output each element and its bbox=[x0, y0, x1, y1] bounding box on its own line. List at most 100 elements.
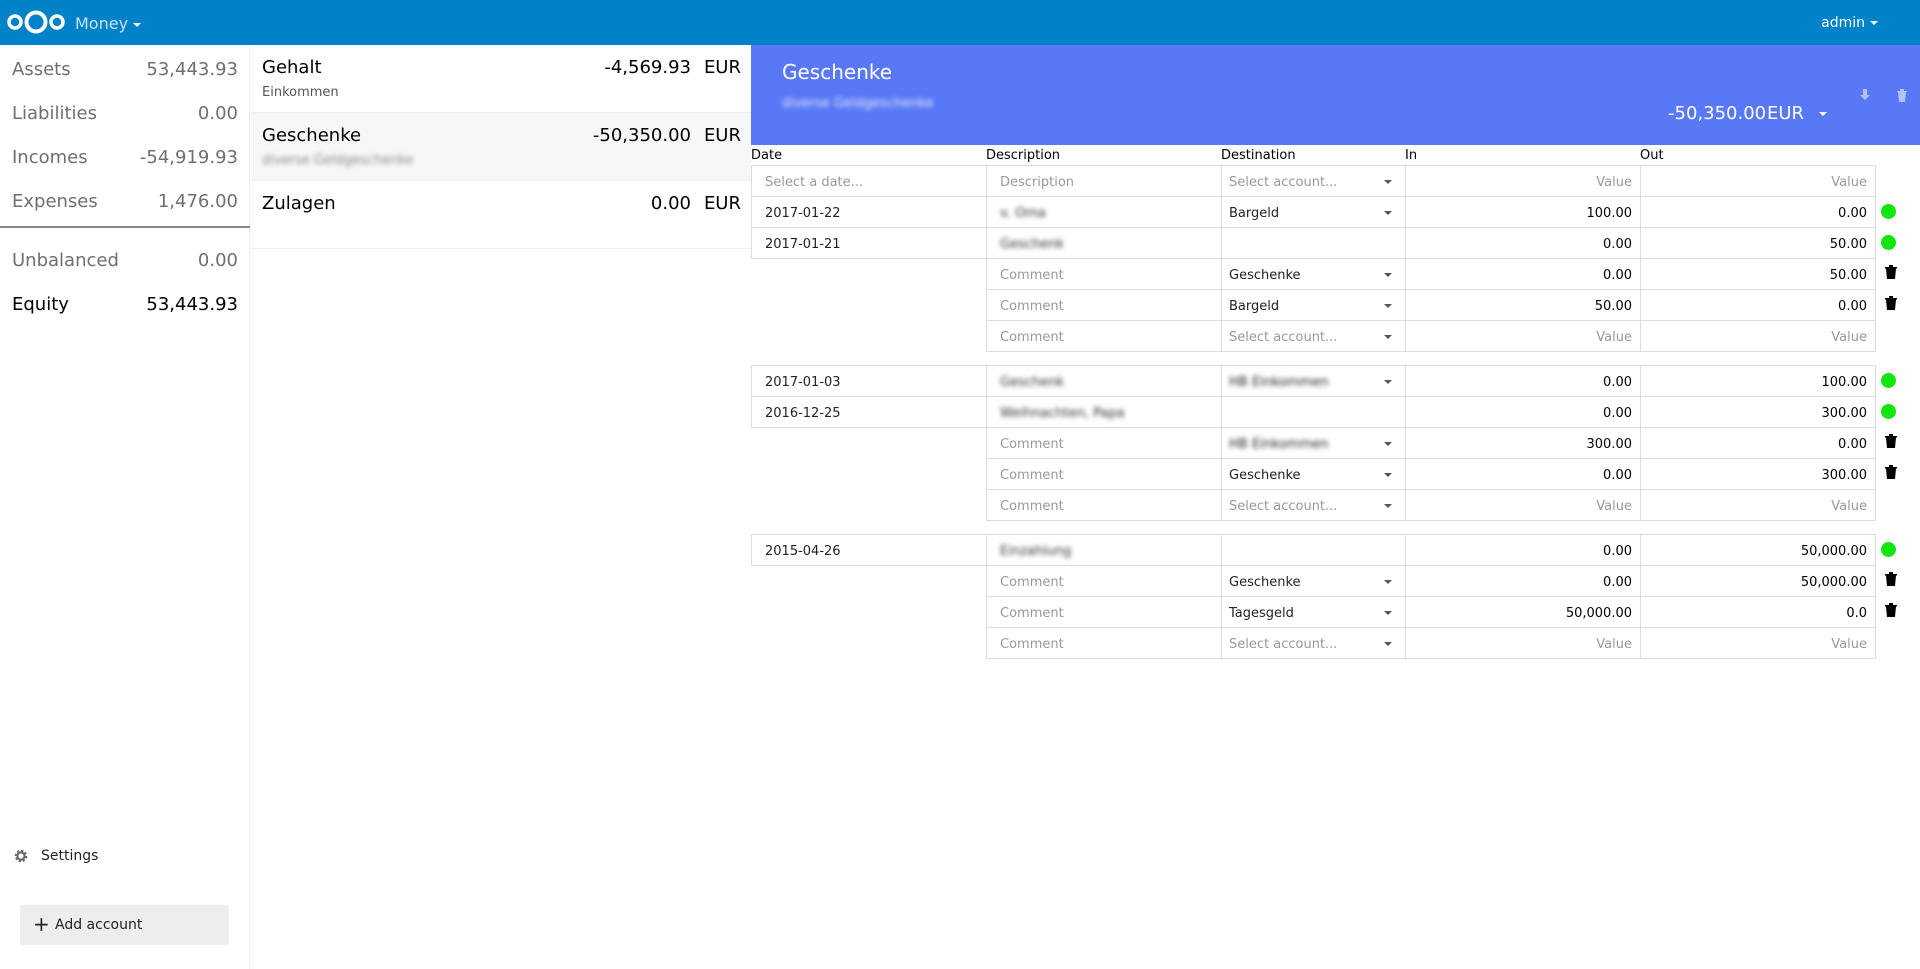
transaction-in[interactable]: 0.00 bbox=[1405, 227, 1641, 259]
transaction-destination[interactable]: HB Einkommen bbox=[1221, 365, 1406, 397]
transaction-description[interactable]: Weihnachten, Papa bbox=[986, 396, 1222, 428]
account-item-geschenke[interactable]: Geschenke -50,350.00 EUR diverse Geldges… bbox=[251, 113, 751, 181]
summary-incomes[interactable]: Incomes -54,919.93 bbox=[12, 141, 238, 171]
download-icon[interactable] bbox=[1857, 87, 1873, 103]
split-comment[interactable]: Comment bbox=[986, 596, 1222, 628]
split-comment-input[interactable]: Comment bbox=[986, 489, 1222, 521]
split-in-input[interactable]: Value bbox=[1405, 627, 1641, 659]
split-comment-input[interactable]: Comment bbox=[986, 627, 1222, 659]
split-in[interactable]: 0.00 bbox=[1405, 258, 1641, 290]
split-account-select[interactable]: Select account... bbox=[1221, 627, 1406, 659]
account-select[interactable]: Select account... bbox=[1221, 165, 1406, 197]
summary-unbalanced[interactable]: Unbalanced 0.00 bbox=[12, 244, 238, 274]
account-balance: 0.00 bbox=[650, 193, 691, 214]
add-account-button[interactable]: + Add account bbox=[20, 905, 229, 945]
split-out-input[interactable]: Value bbox=[1640, 489, 1876, 521]
transaction-destination[interactable] bbox=[1221, 534, 1406, 566]
in-value-input[interactable]: Value bbox=[1405, 165, 1641, 197]
detail-description[interactable]: diverse Geldgeschenke bbox=[782, 96, 933, 111]
chevron-down-icon bbox=[1384, 335, 1392, 339]
split-in[interactable]: 300.00 bbox=[1405, 427, 1641, 459]
split-out-input[interactable]: Value bbox=[1640, 627, 1876, 659]
nextcloud-logo-icon[interactable] bbox=[6, 8, 66, 36]
split-account[interactable]: Geschenke bbox=[1221, 458, 1406, 490]
split-comment-input[interactable]: Comment bbox=[986, 320, 1222, 352]
split-account-select[interactable]: Select account... bbox=[1221, 489, 1406, 521]
transaction-date[interactable]: 2016-12-25 bbox=[751, 396, 987, 428]
trash-icon[interactable] bbox=[1885, 434, 1897, 448]
chevron-down-icon[interactable] bbox=[1819, 112, 1827, 116]
summary-label: Equity bbox=[12, 294, 69, 315]
split-in[interactable]: 50.00 bbox=[1405, 289, 1641, 321]
split-account-text: Bargeld bbox=[1229, 299, 1280, 314]
split-in-input[interactable]: Value bbox=[1405, 489, 1641, 521]
transaction-out-text: 100.00 bbox=[1821, 375, 1868, 390]
account-currency: EUR bbox=[703, 57, 741, 78]
transaction-in[interactable]: 0.00 bbox=[1405, 365, 1641, 397]
split-in[interactable]: 0.00 bbox=[1405, 458, 1641, 490]
summary-equity[interactable]: Equity 53,443.93 bbox=[12, 288, 238, 318]
user-menu[interactable]: admin bbox=[1821, 15, 1878, 31]
split-account[interactable]: Bargeld bbox=[1221, 289, 1406, 321]
split-out[interactable]: 50.00 bbox=[1640, 258, 1876, 290]
transaction-description[interactable]: Geschenk bbox=[986, 365, 1222, 397]
split-comment[interactable]: Comment bbox=[986, 258, 1222, 290]
account-item-zulagen[interactable]: Zulagen 0.00 EUR bbox=[251, 181, 751, 249]
split-out[interactable]: 0.00 bbox=[1640, 289, 1876, 321]
transaction-destination[interactable] bbox=[1221, 227, 1406, 259]
split-out[interactable]: 300.00 bbox=[1640, 458, 1876, 490]
transaction-description[interactable]: v. Oma bbox=[986, 196, 1222, 228]
app-menu[interactable]: Money bbox=[75, 14, 142, 33]
split-in[interactable]: 0.00 bbox=[1405, 565, 1641, 597]
split-comment[interactable]: Comment bbox=[986, 427, 1222, 459]
transaction-out[interactable]: 50,000.00 bbox=[1640, 534, 1876, 566]
split-account[interactable]: HB Einkommen bbox=[1221, 427, 1406, 459]
date-input[interactable]: Select a date... bbox=[751, 165, 987, 197]
summary-assets[interactable]: Assets 53,443.93 bbox=[12, 53, 238, 83]
split-account[interactable]: Geschenke bbox=[1221, 565, 1406, 597]
trash-icon[interactable] bbox=[1885, 603, 1897, 617]
split-in-input[interactable]: Value bbox=[1405, 320, 1641, 352]
trash-icon[interactable] bbox=[1885, 465, 1897, 479]
transaction-out[interactable]: 50.00 bbox=[1640, 227, 1876, 259]
account-item-gehalt[interactable]: Gehalt -4,569.93 EUR Einkommen bbox=[251, 45, 751, 113]
split-comment[interactable]: Comment bbox=[986, 565, 1222, 597]
transaction-description[interactable]: Einzahlung bbox=[986, 534, 1222, 566]
transaction-out[interactable]: 300.00 bbox=[1640, 396, 1876, 428]
trash-icon[interactable] bbox=[1885, 572, 1897, 586]
trash-icon[interactable] bbox=[1894, 87, 1910, 103]
transaction-destination[interactable]: Bargeld bbox=[1221, 196, 1406, 228]
transaction-in[interactable]: 0.00 bbox=[1405, 534, 1641, 566]
transaction-date[interactable]: 2017-01-03 bbox=[751, 365, 987, 397]
plus-icon: + bbox=[33, 912, 50, 936]
split-comment[interactable]: Comment bbox=[986, 289, 1222, 321]
trash-icon[interactable] bbox=[1885, 296, 1897, 310]
currency-select[interactable]: EUR bbox=[1767, 103, 1804, 124]
split-out[interactable]: 0.0 bbox=[1640, 596, 1876, 628]
detail-title[interactable]: Geschenke bbox=[782, 60, 892, 84]
transaction-date[interactable]: 2017-01-21 bbox=[751, 227, 987, 259]
split-account-text: Geschenke bbox=[1229, 468, 1301, 483]
split-account[interactable]: Tagesgeld bbox=[1221, 596, 1406, 628]
transaction-date[interactable]: 2017-01-22 bbox=[751, 196, 987, 228]
split-account-select[interactable]: Select account... bbox=[1221, 320, 1406, 352]
split-comment[interactable]: Comment bbox=[986, 458, 1222, 490]
split-out[interactable]: 0.00 bbox=[1640, 427, 1876, 459]
split-account[interactable]: Geschenke bbox=[1221, 258, 1406, 290]
split-out[interactable]: 50,000.00 bbox=[1640, 565, 1876, 597]
summary-liabilities[interactable]: Liabilities 0.00 bbox=[12, 97, 238, 127]
summary-expenses[interactable]: Expenses 1,476.00 bbox=[12, 185, 238, 215]
trash-icon[interactable] bbox=[1885, 265, 1897, 279]
split-out-input[interactable]: Value bbox=[1640, 320, 1876, 352]
status-ok-icon bbox=[1881, 404, 1896, 419]
transaction-date[interactable]: 2015-04-26 bbox=[751, 534, 987, 566]
split-in[interactable]: 50,000.00 bbox=[1405, 596, 1641, 628]
transaction-in[interactable]: 0.00 bbox=[1405, 396, 1641, 428]
transaction-description[interactable]: Geschenk bbox=[986, 227, 1222, 259]
transaction-in[interactable]: 100.00 bbox=[1405, 196, 1641, 228]
transaction-destination[interactable] bbox=[1221, 396, 1406, 428]
out-value-input[interactable]: Value bbox=[1640, 165, 1876, 197]
transaction-out[interactable]: 100.00 bbox=[1640, 365, 1876, 397]
transaction-out[interactable]: 0.00 bbox=[1640, 196, 1876, 228]
description-input[interactable]: Description bbox=[986, 165, 1222, 197]
